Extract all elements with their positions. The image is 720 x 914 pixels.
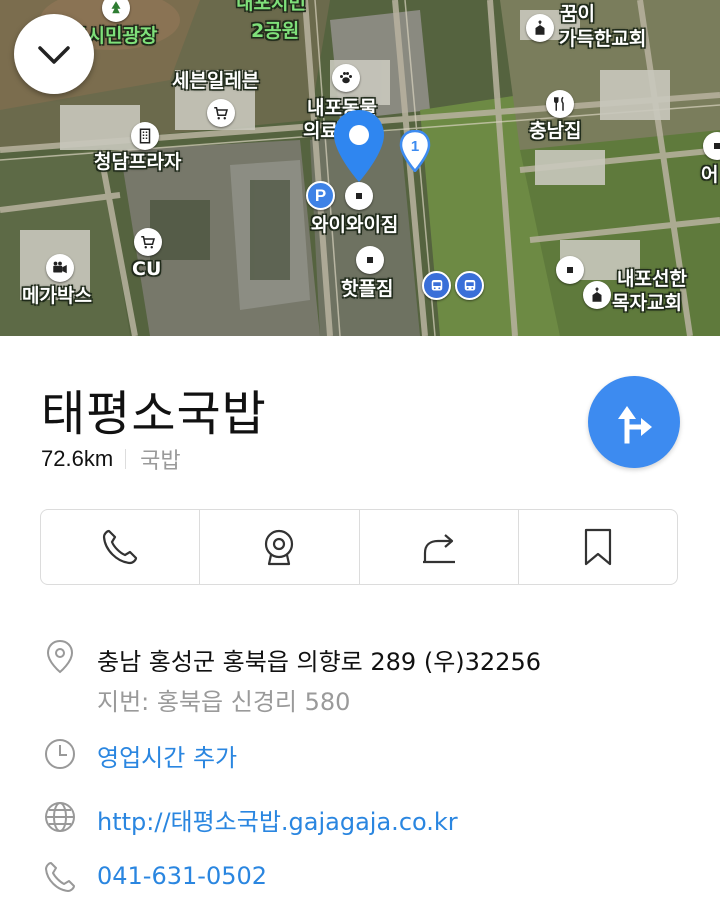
map-label-naepo-church-1: 내포선한 [617, 268, 687, 290]
chevron-down-icon [38, 46, 70, 64]
directions-button[interactable] [588, 376, 680, 468]
parking-icon[interactable]: P [306, 181, 335, 210]
map-label-seven-eleven: 세븐일레븐 [172, 70, 260, 92]
church-icon[interactable] [526, 14, 554, 42]
church-icon[interactable] [583, 281, 611, 309]
bus-stop-icon[interactable] [422, 271, 451, 300]
map-label-church-1: 꿈이 [560, 3, 595, 25]
meta-divider [125, 449, 127, 469]
place-meta: 72.6km 국밥 [41, 443, 181, 475]
street-view-button[interactable] [199, 510, 358, 584]
phone-icon [45, 862, 75, 892]
phone-number-link[interactable]: 041-631-0502 [97, 862, 267, 890]
location-pin-icon [46, 639, 74, 674]
bookmark-icon [584, 528, 611, 566]
shopping-cart-icon[interactable] [207, 99, 235, 127]
website-link[interactable]: http://태평소국밥.gajagaja.co.kr [97, 802, 458, 837]
building-icon[interactable] [131, 122, 159, 150]
map-label-chungnam: 충남집 [529, 120, 582, 142]
save-bookmark-button[interactable] [517, 510, 677, 584]
collapse-sheet-button[interactable] [14, 14, 94, 94]
globe-icon [45, 802, 75, 832]
map-label-church-2: 가득한교회 [559, 28, 647, 50]
map-label-waiwai: 와이와이짐 [311, 214, 399, 236]
place-icon[interactable] [556, 256, 584, 284]
marker-number: 1 [411, 138, 419, 155]
phone-icon [103, 529, 138, 565]
restaurant-icon[interactable] [546, 90, 574, 118]
directions-arrow-icon [618, 406, 652, 444]
action-bar [40, 509, 678, 585]
category: 국밥 [140, 449, 181, 474]
clock-icon [45, 739, 75, 769]
movie-camera-icon[interactable] [46, 254, 74, 282]
map-label-park: 2공원 [251, 20, 300, 42]
share-button[interactable] [358, 510, 518, 584]
numbered-marker-icon[interactable]: 1 [399, 130, 431, 172]
call-button[interactable] [41, 510, 199, 584]
shopping-cart-icon[interactable] [134, 228, 162, 256]
map-label-top: 내포지민 [236, 0, 306, 14]
lot-address: 지번: 홍북읍 신경리 580 [97, 688, 351, 716]
selected-location-pin-icon [334, 110, 384, 182]
road-address: 충남 홍성군 홍북읍 의향로 289 (우)32256 [97, 648, 541, 676]
share-arrow-icon [422, 534, 455, 564]
street-view-camera-icon [265, 529, 294, 566]
map-label-cheongdam: 청담프라자 [94, 151, 182, 173]
pet-paw-icon[interactable] [332, 64, 360, 92]
map-label-naepo-church-2: 목자교회 [612, 292, 682, 314]
square-place-icon[interactable] [345, 182, 373, 210]
map-view[interactable]: 내포지민 2공원 도시민광장 세븐일레븐 내포동물 의료 청담프라자 CU 메가… [0, 0, 720, 336]
distance: 72.6km [41, 446, 114, 471]
place-name: 태평소국밥 [41, 386, 267, 442]
map-label-edge: 어 [701, 164, 719, 186]
map-label-megabox: 메가박스 [22, 285, 92, 307]
square-place-icon[interactable] [356, 246, 384, 274]
add-hours-link[interactable]: 영업시간 추가 [97, 738, 237, 773]
map-label-hotple: 핫플짐 [341, 278, 394, 300]
bus-stop-icon[interactable] [455, 271, 484, 300]
map-label-cu: CU [132, 258, 162, 280]
